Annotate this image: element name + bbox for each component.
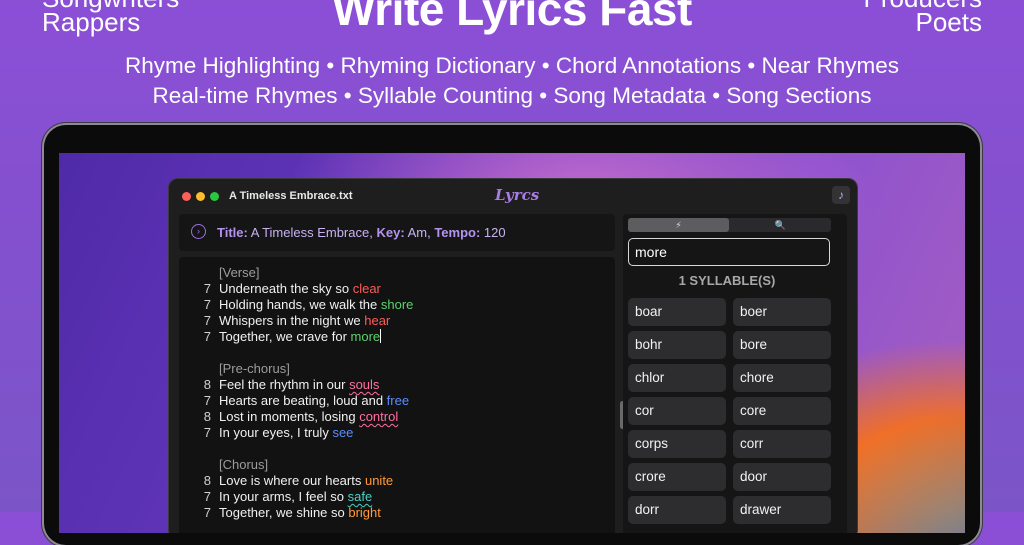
rhyme-word: control [359, 409, 399, 424]
app-logo: Lyrcs [495, 186, 540, 204]
syllable-count: 7 [203, 505, 211, 520]
syllable-count: 7 [203, 297, 211, 312]
lyric-line[interactable]: 7 Whispers in the night we hear [201, 313, 391, 328]
rhyme-word-button[interactable]: chlor [628, 364, 726, 392]
section-header-chorus: [Chorus] [219, 457, 269, 472]
lyric-text: Love is where our hearts [219, 473, 365, 488]
rhyme-word-button[interactable]: bohr [628, 331, 726, 359]
rhyme-word-button[interactable]: cor [628, 397, 726, 425]
lyric-text: In your arms, I feel so [219, 489, 348, 504]
syllable-group-header: 1 SYLLABLE(S) [678, 273, 776, 288]
audience-poets: Poets [915, 7, 983, 37]
rhyme-search-input[interactable] [635, 243, 820, 261]
zoom-window-button[interactable] [210, 192, 219, 201]
rhyme-word-button[interactable]: crore [628, 463, 726, 491]
lyric-line[interactable]: 7 In your eyes, I truly see [201, 425, 354, 440]
tempo-label: Tempo: [434, 225, 481, 240]
title-bar: A Timeless Embrace.txt Lyrcs ♪ [169, 179, 857, 211]
lyric-text: Feel the rhythm in our [219, 377, 350, 392]
rhyme-word-button[interactable]: core [733, 397, 831, 425]
rhyme-word-button[interactable]: dorr [628, 496, 726, 524]
rhyme-word: hear [364, 313, 391, 328]
chevron-right-icon[interactable]: › [191, 224, 206, 239]
key-label: Key: [376, 225, 405, 240]
rhyme-word: clear [352, 281, 381, 296]
lyric-line[interactable]: 7 Hearts are beating, loud and free [201, 393, 409, 408]
rhyme-word-button[interactable]: door [733, 463, 831, 491]
rhyme-word: bright [348, 505, 381, 520]
rhyme-word-button[interactable]: bore [733, 331, 831, 359]
lyric-text: Holding hands, we walk the [219, 297, 381, 312]
song-metadata-text: Title: A Timeless Embrace, Key: Am, Temp… [217, 225, 506, 240]
rhyme-word-button[interactable]: drawer [733, 496, 831, 524]
lyric-line[interactable]: 7 Underneath the sky so clear [201, 281, 381, 296]
lyric-text: Hearts are beating, loud and [219, 393, 387, 408]
tempo-value: 120 [483, 225, 506, 240]
rhyme-word: see [332, 425, 354, 440]
rhyme-word: souls [349, 377, 380, 392]
laptop-frame: A Timeless Embrace.txt Lyrcs ♪ › Title: … [44, 125, 980, 545]
syllable-count: 7 [203, 393, 211, 408]
ear-icon[interactable]: ♪ [832, 186, 850, 204]
syllable-count: 7 [203, 281, 211, 296]
rhyme-sidebar: ⚡ 🔍 1 SYLLABLE(S) boar boer bohr bore ch… [623, 214, 847, 533]
syllable-count: 7 [203, 425, 211, 440]
lyric-line[interactable]: 8 Love is where our hearts unite [201, 473, 393, 488]
section-header-verse: [Verse] [219, 265, 260, 280]
rhyme-word-button[interactable]: corps [628, 430, 726, 458]
desktop-wallpaper: A Timeless Embrace.txt Lyrcs ♪ › Title: … [59, 153, 965, 533]
lyric-text: Together, we shine so [219, 505, 349, 520]
lyric-line[interactable]: 7 Together, we crave for more [201, 329, 382, 344]
audience-right: Producers Poets [864, 0, 983, 37]
rhyme-word: shore [380, 297, 414, 312]
syllable-count: 8 [203, 473, 211, 488]
app-window: A Timeless Embrace.txt Lyrcs ♪ › Title: … [168, 178, 858, 533]
title-label: Title: [217, 225, 248, 240]
minimize-window-button[interactable] [196, 192, 205, 201]
lightning-icon[interactable]: ⚡ [628, 218, 729, 232]
rhyme-search-box[interactable] [628, 238, 830, 266]
section-header-prechorus: [Pre-chorus] [219, 361, 290, 376]
lyric-line[interactable]: 7 Together, we shine so bright [201, 505, 381, 520]
syllable-count: 7 [203, 489, 211, 504]
lyric-text: Whispers in the night we [219, 313, 365, 328]
features-row-1: Rhyme Highlighting • Rhyming Dictionary … [125, 53, 899, 78]
syllable-count: 8 [203, 377, 211, 392]
lyric-line[interactable]: 8 Feel the rhythm in our souls [201, 377, 380, 392]
document-filename: A Timeless Embrace.txt [229, 190, 353, 202]
song-metadata-bar[interactable]: › Title: A Timeless Embrace, Key: Am, Te… [179, 214, 615, 251]
key-value: Am, [407, 225, 431, 240]
lyric-text: Underneath the sky so [219, 281, 353, 296]
lyric-line[interactable]: 7 In your arms, I feel so safe [201, 489, 372, 504]
rhyme-word-button[interactable]: boar [628, 298, 726, 326]
text-cursor [380, 329, 382, 343]
rhyme-word-button[interactable]: corr [733, 430, 831, 458]
syllable-count: 7 [203, 329, 211, 344]
close-window-button[interactable] [182, 192, 191, 201]
lyric-line[interactable]: 7 Holding hands, we walk the shore [201, 297, 414, 312]
rhyme-word: safe [347, 489, 373, 504]
lyric-text: Lost in moments, losing [219, 409, 360, 424]
features-row-2: Real-time Rhymes • Syllable Counting • S… [152, 83, 872, 108]
title-value: A Timeless Embrace, [250, 225, 373, 240]
lyric-text: In your eyes, I truly [219, 425, 333, 440]
lyrics-editor[interactable]: [Verse] 7 Underneath the sky so clear 7 Ho… [179, 257, 615, 533]
lyric-line[interactable]: 8 Lost in moments, losing control [201, 409, 398, 424]
syllable-count: 8 [203, 409, 211, 424]
syllable-count: 7 [203, 313, 211, 328]
rhyme-word: more [350, 329, 381, 344]
rhyme-word-button[interactable]: boer [733, 298, 831, 326]
rhyme-word: free [386, 393, 410, 408]
lyric-text: Together, we crave for [219, 329, 351, 344]
rhyme-word: unite [364, 473, 394, 488]
sidebar-mode-switch: ⚡ 🔍 [628, 218, 831, 232]
search-icon[interactable]: 🔍 [730, 218, 831, 232]
rhyme-word-button[interactable]: chore [733, 364, 831, 392]
